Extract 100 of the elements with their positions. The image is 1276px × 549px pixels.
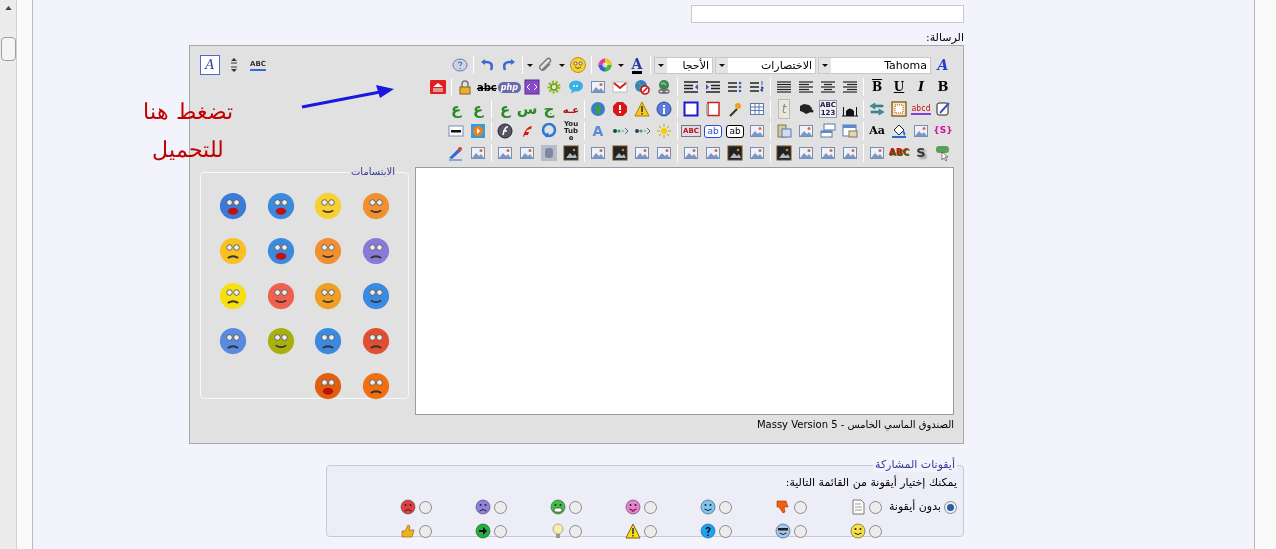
text-color-button[interactable]: A [626, 54, 648, 76]
caret-icon[interactable] [618, 63, 624, 67]
radio-button[interactable] [644, 500, 657, 514]
square-icon[interactable] [683, 101, 699, 117]
lock-icon[interactable] [456, 79, 473, 95]
curly-s-button[interactable]: {S} [932, 120, 954, 142]
smiley-icon[interactable] [314, 236, 343, 265]
stop-icon[interactable] [612, 101, 628, 117]
smiley-icon[interactable] [218, 191, 247, 220]
smiley-icon[interactable] [218, 236, 247, 265]
radio-button[interactable] [494, 500, 507, 514]
align-right-icon[interactable] [842, 79, 858, 95]
image-icon[interactable] [612, 145, 628, 161]
radio-button[interactable] [794, 500, 807, 514]
align-left-icon[interactable] [798, 79, 814, 95]
globe-link-icon[interactable] [656, 79, 672, 95]
warning-icon[interactable] [625, 523, 641, 539]
underline-button[interactable]: U [888, 76, 910, 98]
scrollbar-thumb[interactable] [0, 37, 16, 61]
smiley-icon[interactable] [362, 191, 391, 220]
smiley-icon[interactable] [362, 371, 391, 400]
winking-face-icon[interactable] [700, 499, 716, 515]
document-icon[interactable] [850, 499, 866, 515]
sad-face-icon[interactable] [475, 499, 491, 515]
smiley-icon[interactable] [314, 281, 343, 310]
globe-upload-icon[interactable] [590, 101, 606, 117]
window-icon[interactable] [842, 123, 858, 139]
paint-bucket-icon[interactable] [891, 123, 907, 139]
scrollbar[interactable] [0, 0, 17, 549]
radio-button[interactable] [569, 500, 582, 514]
caret-icon[interactable] [658, 63, 664, 67]
shortcuts-dropdown[interactable]: الاختصارات [715, 56, 816, 74]
option-label[interactable]: بدون أيقونة [888, 498, 941, 516]
justify-icon[interactable] [776, 79, 792, 95]
blocked-globe-icon[interactable] [634, 79, 650, 95]
flash-disc-icon[interactable] [497, 123, 513, 139]
smiley-icon[interactable] [218, 281, 247, 310]
code-icon[interactable] [524, 79, 540, 95]
radio-button[interactable] [719, 524, 732, 538]
bold-button[interactable]: B [932, 76, 954, 98]
swap-arrows-icon[interactable] [869, 101, 885, 117]
help-icon[interactable] [452, 57, 468, 73]
colored-text-button[interactable]: abcd [910, 98, 932, 120]
magic-wand-icon[interactable] [727, 101, 743, 117]
angry-face-icon[interactable] [400, 499, 416, 515]
size-dropdown[interactable]: الأحجا [654, 56, 713, 74]
paperclip-icon[interactable] [538, 57, 554, 73]
smiley-icon[interactable] [362, 326, 391, 355]
strikethrough-button[interactable]: abc [475, 76, 498, 98]
font-size-button[interactable]: Aa [866, 120, 888, 142]
smiley-icon[interactable] [266, 236, 295, 265]
smiley-icon[interactable] [266, 326, 295, 355]
warning-icon[interactable] [634, 101, 650, 117]
radio-button[interactable] [719, 500, 732, 514]
caret-icon[interactable] [822, 63, 828, 67]
thumbs-down-icon[interactable] [775, 499, 791, 515]
smiley-icon[interactable] [218, 326, 247, 355]
smiling-face-icon[interactable] [850, 523, 866, 539]
numbered-list-icon[interactable] [749, 79, 765, 95]
radio-button[interactable] [569, 524, 582, 538]
color-wheel-icon[interactable] [597, 57, 613, 73]
clear-format-button[interactable]: A [932, 54, 954, 76]
light-bulb-icon[interactable] [550, 523, 566, 539]
font-box-button[interactable]: A [199, 54, 221, 76]
smiley-icon[interactable] [266, 191, 295, 220]
outdent-icon[interactable] [683, 79, 699, 95]
quill-scroll-icon[interactable] [935, 101, 951, 117]
swirl-icon[interactable] [541, 123, 557, 139]
smiley-icon[interactable] [314, 371, 343, 400]
smiley-icon[interactable] [314, 326, 343, 355]
frame-icon[interactable] [891, 101, 907, 117]
caret-icon[interactable] [527, 63, 533, 67]
radio-button[interactable] [419, 524, 432, 538]
colored-text-button[interactable]: ABC [888, 142, 910, 164]
font-dropdown[interactable]: Tahoma [818, 56, 931, 74]
caret-icon[interactable] [559, 63, 565, 67]
tongue-face-icon[interactable] [625, 499, 641, 515]
smiley-icon[interactable] [362, 281, 391, 310]
bubble-cursor-icon[interactable] [935, 145, 951, 161]
table-icon[interactable] [749, 101, 765, 117]
image-icon[interactable] [727, 145, 743, 161]
smiley-icon[interactable] [314, 191, 343, 220]
radio-button[interactable] [869, 524, 882, 538]
radio-button[interactable] [419, 500, 432, 514]
grinning-face-icon[interactable] [550, 499, 566, 515]
bulleted-list-icon[interactable] [727, 79, 743, 95]
italic-button[interactable]: I [910, 76, 932, 98]
radio-button[interactable] [794, 524, 807, 538]
redo-icon[interactable] [501, 57, 517, 73]
thumbs-up-icon[interactable] [400, 523, 416, 539]
scroll-up-icon[interactable] [4, 6, 12, 10]
smiley-icon[interactable] [266, 281, 295, 310]
radio-button[interactable] [869, 500, 882, 514]
page-icon[interactable] [705, 101, 721, 117]
pen-icon[interactable] [448, 145, 464, 161]
mail-icon[interactable] [612, 79, 628, 95]
shadow-text-button[interactable]: S [910, 142, 932, 164]
arabic-letter-button[interactable]: عـه [560, 98, 582, 120]
indent-icon[interactable] [705, 79, 721, 95]
paste-icon[interactable] [776, 123, 792, 139]
